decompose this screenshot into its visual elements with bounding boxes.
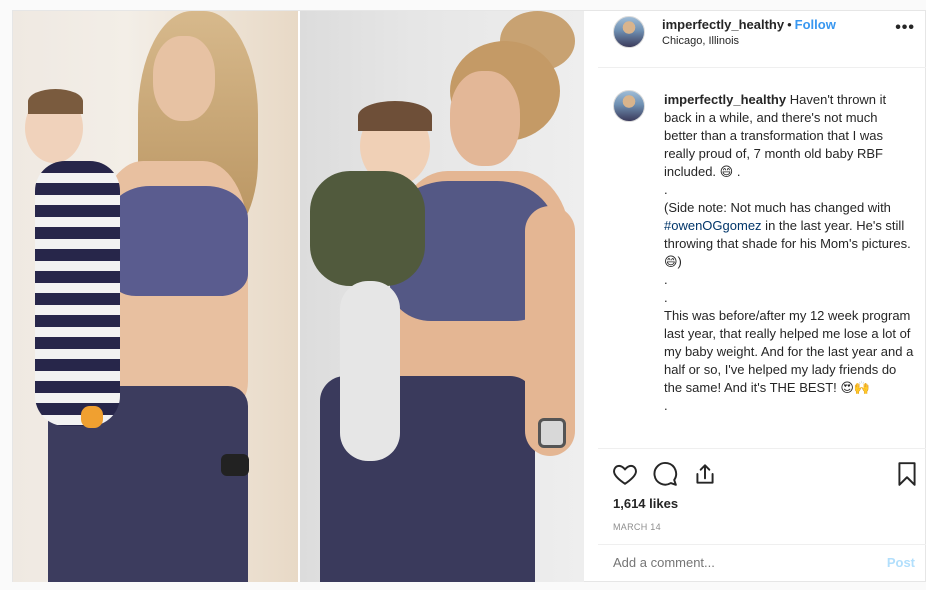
follow-button[interactable]: Follow [795, 17, 836, 32]
instagram-post: imperfectly_healthy • Follow Chicago, Illi… [12, 10, 926, 582]
heart-icon[interactable] [612, 461, 638, 487]
caption-dot: . [664, 272, 668, 287]
caption-avatar[interactable] [613, 90, 645, 122]
caption-dot: . [664, 398, 668, 413]
post-sidebar: imperfectly_healthy • Follow Chicago, Illi… [598, 11, 926, 582]
separator-dot: • [787, 17, 792, 32]
caption-dot: . [664, 290, 668, 305]
comment-input[interactable] [613, 555, 863, 570]
comment-box: Post [598, 544, 926, 582]
actions-bar: 1,614 likes MARCH 14 [598, 448, 926, 544]
caption-text: imperfectly_healthy Haven't thrown it ba… [664, 91, 914, 415]
post-comment-button[interactable]: Post [887, 555, 915, 570]
caption-dot: . [664, 182, 668, 197]
post-photo[interactable] [13, 11, 584, 582]
caption-line-2-prefix: (Side note: Not much has changed with [664, 200, 891, 215]
before-photo [13, 11, 298, 582]
more-options-icon[interactable]: ••• [895, 19, 915, 37]
location-link[interactable]: Chicago, Illinois [662, 35, 739, 47]
caption-section: imperfectly_healthy Haven't thrown it ba… [598, 69, 926, 447]
hashtag-link[interactable]: #owenOGgomez [664, 218, 762, 233]
username-link[interactable]: imperfectly_healthy [662, 17, 784, 32]
post-date: MARCH 14 [613, 522, 661, 532]
caption-username[interactable]: imperfectly_healthy [664, 92, 786, 107]
comment-icon[interactable] [652, 461, 678, 487]
after-photo [300, 11, 584, 582]
bookmark-icon[interactable] [894, 461, 920, 487]
share-icon[interactable] [692, 461, 718, 487]
post-header: imperfectly_healthy • Follow Chicago, Illi… [598, 11, 926, 68]
likes-count[interactable]: 1,614 likes [613, 496, 678, 511]
header-user-line: imperfectly_healthy • Follow [662, 17, 836, 32]
avatar[interactable] [613, 16, 645, 48]
caption-line-3: This was before/after my 12 week program… [664, 308, 914, 395]
